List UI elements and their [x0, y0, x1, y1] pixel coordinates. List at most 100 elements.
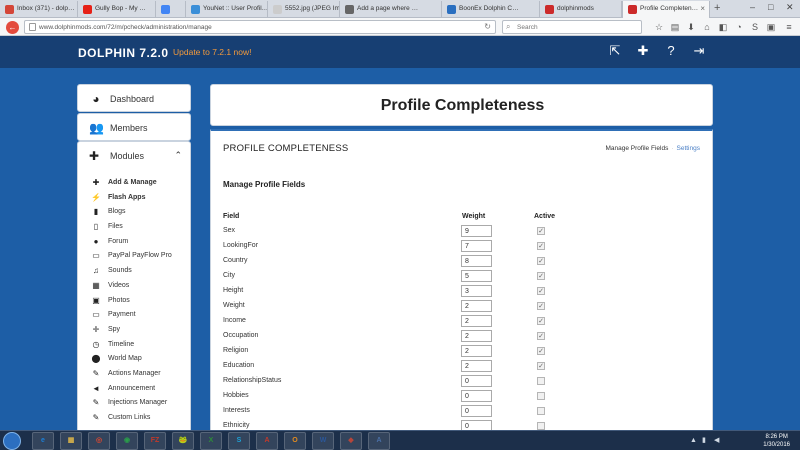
brand-logo[interactable]: DOLPHIN 7.2.0 [78, 46, 169, 60]
weight-input[interactable] [461, 225, 492, 237]
active-checkbox[interactable]: ✓ [537, 362, 545, 370]
chat-icon[interactable]: ◔ [734, 22, 744, 32]
active-checkbox[interactable] [537, 407, 545, 415]
module-item[interactable]: ♫ Sounds [78, 265, 190, 280]
system-clock[interactable]: 8:26 PM 1/30/2016 [763, 433, 790, 449]
reading-list-icon[interactable]: ▤ [670, 22, 680, 32]
close-tab-icon[interactable]: × [700, 4, 705, 13]
pocket-icon[interactable]: ◧ [718, 22, 728, 32]
module-item[interactable]: ▯ Files [78, 221, 190, 236]
active-checkbox[interactable]: ✓ [537, 317, 545, 325]
taskbar-app-icon[interactable]: FZ [144, 432, 166, 450]
weight-input[interactable] [461, 405, 492, 417]
browser-tab[interactable] [156, 1, 186, 18]
taskbar-app-icon[interactable]: A [256, 432, 278, 450]
external-link-icon[interactable]: ⇱ [608, 44, 622, 58]
browser-search-box[interactable]: ⌕ [502, 20, 642, 34]
address-bar[interactable]: ↻ [24, 20, 496, 34]
module-item[interactable]: ▦ Videos [78, 280, 190, 295]
module-item[interactable]: ◄ Announcement [78, 383, 190, 398]
logout-icon[interactable]: ⇥ [692, 44, 706, 58]
downloads-icon[interactable]: ⬇ [686, 22, 696, 32]
module-item[interactable]: ▭ Payment [78, 309, 190, 324]
update-link[interactable]: Update to 7.2.1 now! [173, 47, 251, 57]
active-checkbox[interactable]: ✓ [537, 302, 545, 310]
network-icon[interactable]: ▮ [702, 437, 710, 445]
browser-search-input[interactable] [503, 21, 623, 33]
module-item[interactable]: ▭ PayPal PayFlow Pro [78, 250, 190, 265]
taskbar-app-icon[interactable]: ▦ [60, 432, 82, 450]
minimize-window-icon[interactable]: – [750, 2, 755, 12]
maximize-window-icon[interactable]: □ [768, 2, 773, 12]
module-item[interactable]: ⬤ World Map [78, 353, 190, 368]
module-item[interactable]: ✎ Actions Manager [78, 368, 190, 383]
skype-icon[interactable]: S [750, 22, 760, 32]
module-item[interactable]: ◷ Timeline [78, 339, 190, 354]
close-window-icon[interactable]: ✕ [786, 2, 794, 13]
browser-tab[interactable]: dolphinmods [540, 1, 622, 18]
active-checkbox[interactable]: ✓ [537, 242, 545, 250]
new-tab-button[interactable]: + [714, 2, 720, 14]
menu-icon[interactable]: ≡ [784, 22, 794, 32]
browser-tab[interactable]: Inbox (371) - dolp… [0, 1, 78, 18]
puzzle-icon[interactable]: ✚ [636, 44, 650, 58]
module-item[interactable]: ▣ Photos [78, 295, 190, 310]
weight-input[interactable] [461, 300, 492, 312]
browser-tab[interactable]: YouNet :: User Profil… [186, 1, 268, 18]
taskbar-app-icon[interactable]: X [200, 432, 222, 450]
weight-input[interactable] [461, 375, 492, 387]
active-checkbox[interactable] [537, 392, 545, 400]
taskbar-app-icon[interactable]: ◉ [116, 432, 138, 450]
active-checkbox[interactable] [537, 422, 545, 430]
taskbar-app-icon[interactable]: ◎ [88, 432, 110, 450]
volume-icon[interactable]: ◀ [714, 437, 722, 445]
browser-tab[interactable]: BoonEx Dolphin C… [442, 1, 540, 18]
browser-tab[interactable]: Add a page where … [340, 1, 442, 18]
weight-input[interactable] [461, 345, 492, 357]
sidebar-item-modules[interactable]: ✚ Modules ⌃ [78, 142, 190, 170]
sidebar-item-dashboard[interactable]: ◕ Dashboard [77, 84, 191, 112]
taskbar-app-icon[interactable]: O [284, 432, 306, 450]
taskbar-app-icon[interactable]: W [312, 432, 334, 450]
weight-input[interactable] [461, 255, 492, 267]
camera-icon[interactable]: ▣ [766, 22, 776, 32]
reload-icon[interactable]: ↻ [484, 22, 491, 31]
browser-tab[interactable]: 5552.jpg (JPEG Ima… [268, 1, 340, 18]
active-checkbox[interactable]: ✓ [537, 287, 545, 295]
bookmark-star-icon[interactable]: ☆ [654, 22, 664, 32]
weight-input[interactable] [461, 270, 492, 282]
weight-input[interactable] [461, 315, 492, 327]
module-item[interactable]: ● Forum [78, 236, 190, 251]
weight-input[interactable] [461, 390, 492, 402]
active-checkbox[interactable]: ✓ [537, 257, 545, 265]
manage-profile-fields-link[interactable]: Manage Profile Fields [605, 145, 668, 152]
taskbar-app-icon[interactable]: e [32, 432, 54, 450]
back-button[interactable]: ← [6, 21, 19, 34]
site-info-icon[interactable] [29, 23, 36, 31]
weight-input[interactable] [461, 285, 492, 297]
taskbar-app-icon[interactable]: S [228, 432, 250, 450]
active-checkbox[interactable]: ✓ [537, 227, 545, 235]
settings-link[interactable]: Settings [677, 145, 701, 152]
chevron-up-icon[interactable]: ⌃ [174, 150, 182, 161]
home-icon[interactable]: ⌂ [702, 22, 712, 32]
weight-input[interactable] [461, 240, 492, 252]
weight-input[interactable] [461, 360, 492, 372]
start-button[interactable] [3, 432, 21, 450]
active-checkbox[interactable]: ✓ [537, 347, 545, 355]
sidebar-item-members[interactable]: 👥 Members [77, 113, 191, 141]
url-input[interactable] [25, 21, 445, 33]
help-icon[interactable]: ? [664, 44, 678, 58]
module-item[interactable]: ▮ Blogs [78, 206, 190, 221]
tray-icon[interactable]: ▲ [690, 437, 698, 445]
weight-input[interactable] [461, 330, 492, 342]
taskbar-app-icon[interactable]: A [368, 432, 390, 450]
active-checkbox[interactable] [537, 377, 545, 385]
module-item[interactable]: ✛ Spy [78, 324, 190, 339]
taskbar-app-icon[interactable]: ◆ [340, 432, 362, 450]
taskbar-app-icon[interactable]: 🐸 [172, 432, 194, 450]
active-checkbox[interactable]: ✓ [537, 332, 545, 340]
module-item[interactable]: ✚ Add & Manage [78, 177, 190, 192]
module-item[interactable]: ✎ Custom Links [78, 412, 190, 427]
browser-tab[interactable]: Profile Completen… × [622, 1, 710, 18]
